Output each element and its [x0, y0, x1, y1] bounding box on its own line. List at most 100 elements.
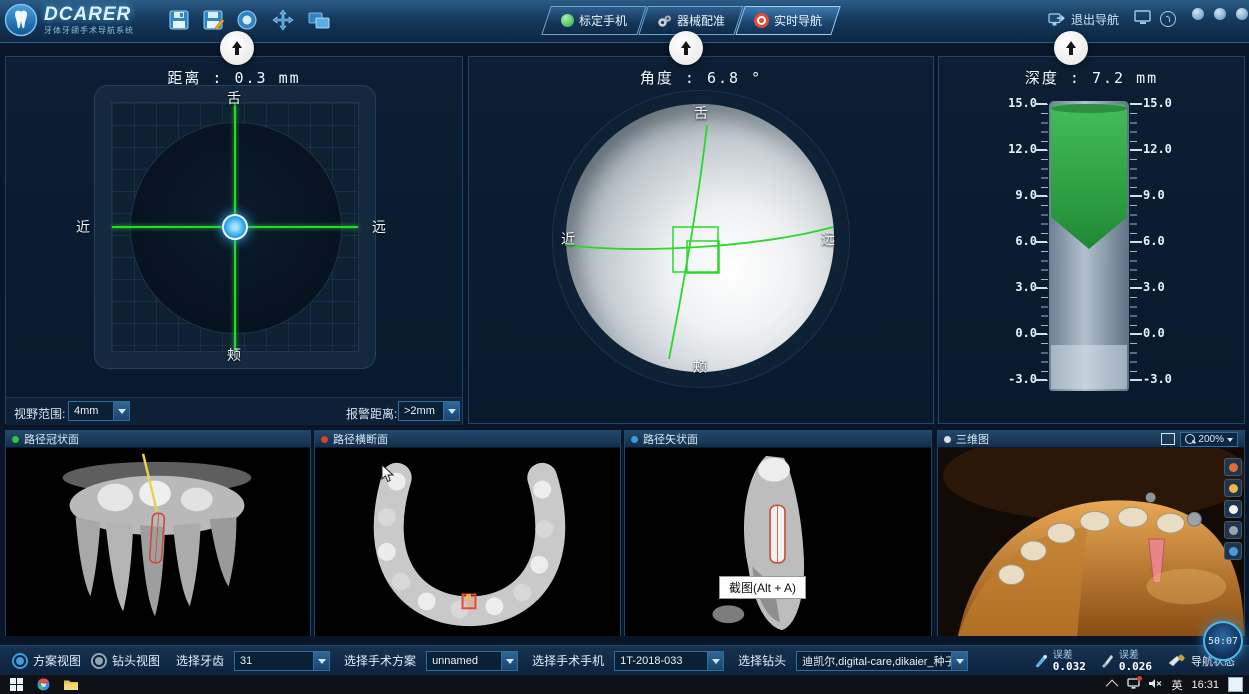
taskbar-tray: 英 16:31 [1109, 677, 1249, 693]
save-button[interactable] [168, 9, 190, 31]
network-alert-badge [1137, 676, 1142, 681]
ime-language-indicator[interactable]: 英 [1171, 677, 1182, 693]
app-logo: DCARER 牙体牙颌手术导航系统 [4, 3, 134, 37]
pointer-marker-1 [220, 31, 254, 65]
chevron-down-icon [707, 652, 723, 670]
coronal-ct-image [6, 448, 310, 636]
depth-tick-label: 6.0 [1143, 234, 1185, 248]
sagittal-ct-image [625, 448, 931, 636]
display-settings-icon[interactable] [1134, 10, 1152, 25]
help-icon[interactable] [1160, 11, 1176, 27]
tick-mark [1130, 195, 1142, 197]
depth-tick-label: 12.0 [1143, 142, 1185, 156]
pointer-marker-3 [1054, 31, 1088, 65]
fov-value: 4mm [69, 405, 113, 417]
depth-tick-label: 0.0 [995, 326, 1037, 340]
three-d-viewport[interactable] [938, 448, 1244, 636]
distance-target-view[interactable] [94, 85, 376, 369]
chevron-down-icon [1227, 438, 1233, 445]
tick-mark [1035, 333, 1047, 335]
depth-tick-label: 15.0 [995, 96, 1037, 110]
red-dot-icon [321, 436, 328, 443]
maximize-button[interactable] [1214, 8, 1226, 20]
network-icon[interactable] [1127, 678, 1140, 692]
mouse-cursor [381, 464, 394, 483]
file-explorer-icon[interactable] [64, 679, 78, 691]
blue-dot-icon [631, 436, 638, 443]
sagittal-ct-viewport[interactable]: 截图(Alt + A) [625, 448, 931, 636]
tab-realtime-navigation[interactable]: 实时导航 [735, 6, 840, 35]
coronal-ct-viewport[interactable] [6, 448, 310, 636]
tool-button-bone[interactable] [1224, 479, 1242, 497]
surgery-timer: 50:07 [1203, 621, 1243, 661]
chevron-down-icon [113, 402, 129, 420]
tab-calibrate-handpiece[interactable]: 标定手机 [541, 6, 646, 35]
tick-mark [1130, 241, 1142, 243]
direction-label-buccal: 颊 [693, 357, 707, 377]
magnifier-icon [1185, 434, 1195, 444]
plan-view-radio[interactable] [12, 653, 28, 669]
tool-button-crown[interactable] [1224, 458, 1242, 476]
depth-readout: 深度 : 7.2 mm [939, 67, 1244, 88]
minimize-button[interactable] [1192, 8, 1204, 20]
three-d-view-title: 三维图 [956, 431, 989, 447]
windows-taskbar: 英 16:31 [0, 675, 1249, 694]
tool-button-implant[interactable] [1224, 521, 1242, 539]
depth-tick-label: -3.0 [995, 372, 1037, 386]
direction-label-buccal: 颊 [227, 345, 241, 365]
alarm-value: >2mm [399, 405, 443, 417]
taskbar-clock[interactable]: 16:31 [1191, 679, 1219, 691]
tooth-logo-icon [4, 3, 38, 37]
tick-mark [1130, 379, 1142, 381]
handpiece-select-dropdown[interactable]: 1T-2018-033 [614, 651, 724, 671]
start-button[interactable] [10, 678, 23, 691]
up-arrow-icon [1064, 40, 1078, 56]
tick-mark [1035, 241, 1047, 243]
handpiece-select-value: 1T-2018-033 [615, 655, 707, 667]
sagittal-view-panel: 路径矢状面 截图(Alt + A) [624, 430, 932, 636]
browser-icon[interactable] [37, 678, 50, 691]
exit-monitor-icon [1048, 12, 1065, 27]
exit-navigation-button[interactable]: 退出导航 [1048, 11, 1119, 28]
depth-tick-label: 6.0 [995, 234, 1037, 248]
move-button[interactable] [272, 9, 294, 31]
zoom-control[interactable]: 200% [1180, 432, 1238, 447]
axial-view-title: 路径横断面 [333, 431, 388, 447]
drill-view-radio[interactable] [91, 653, 107, 669]
save-as-button[interactable] [202, 9, 224, 31]
navigation-target-icon [754, 13, 769, 28]
tick-mark [1035, 103, 1047, 105]
capture-button[interactable] [236, 9, 258, 31]
error-value: 0.032 [1053, 661, 1086, 672]
volume-muted-icon[interactable] [1149, 678, 1162, 692]
tick-mark [1035, 149, 1047, 151]
depth-gauge-bottom [1051, 345, 1127, 389]
sagittal-view-header: 路径矢状面 [625, 431, 931, 448]
notification-center-button[interactable] [1228, 677, 1243, 692]
layout-button[interactable] [308, 9, 330, 31]
distance-panel: 距离 : 0.3 mm 舌 近 远 颊 视野范围: 4mm 报警距离: >2mm [5, 56, 463, 424]
tab-instrument-registration[interactable]: 器械配准 [638, 6, 743, 35]
alarm-distance-dropdown[interactable]: >2mm [398, 401, 460, 421]
tick-mark [1130, 287, 1142, 289]
fov-dropdown[interactable]: 4mm [68, 401, 130, 421]
probe-icon [1034, 653, 1049, 668]
tick-mark [1035, 379, 1047, 381]
drill-select-label: 选择钻头 [738, 652, 786, 669]
drill-select-dropdown[interactable]: 迪凯尔,digital-care,dikaier_种子 [796, 651, 968, 671]
tool-button-nerve[interactable] [1224, 542, 1242, 560]
white-dot-icon [944, 436, 951, 443]
three-d-toolbar [1224, 458, 1242, 560]
error-value: 0.026 [1119, 661, 1152, 672]
close-button[interactable] [1236, 8, 1248, 20]
tray-expand-caret[interactable] [1106, 680, 1119, 693]
gears-icon [657, 14, 672, 28]
axial-ct-viewport[interactable] [315, 448, 620, 636]
coronal-view-title: 路径冠状面 [24, 431, 79, 447]
drill-select-value: 迪凯尔,digital-care,dikaier_种子 [797, 653, 951, 669]
tool-button-teeth[interactable] [1224, 500, 1242, 518]
plan-select-dropdown[interactable]: unnamed [426, 651, 518, 671]
tooth-select-dropdown[interactable]: 31 [234, 651, 330, 671]
expand-view-icon[interactable] [1161, 433, 1175, 445]
handpiece-select-label: 选择手术手机 [532, 652, 604, 669]
